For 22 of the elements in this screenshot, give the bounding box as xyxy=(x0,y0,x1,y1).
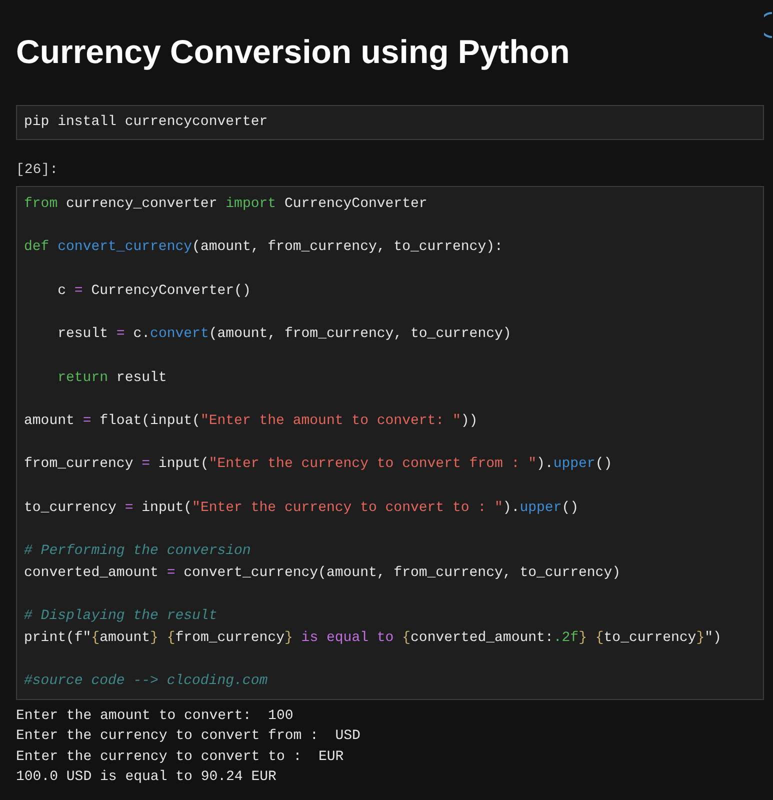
code-line: return result xyxy=(56,368,168,388)
code-line: to_currency = input("Enter the currency to convert to : ").upper() xyxy=(24,498,580,518)
code-cell[interactable]: pip install currencyconverter xyxy=(16,105,764,140)
code-line: def convert_currency(amount, from_currency, to_currency): xyxy=(24,238,504,258)
output-line: Enter the currency to convert to : EUR xyxy=(16,748,344,767)
code-line: # Displaying the result xyxy=(24,607,218,626)
code-line: from currency_converter import CurrencyConverter xyxy=(24,195,428,214)
code-line: c = CurrencyConverter() xyxy=(56,282,252,301)
code-line: result = c.convert(amount, from_currency, to_currency) xyxy=(56,325,512,344)
code-line: from_currency = input("Enter the currency to convert from : ").upper() xyxy=(24,455,614,474)
page-title: Currency Conversion using Python xyxy=(16,32,571,72)
code-line: #source code --> clcoding.com xyxy=(24,672,269,692)
code-cell[interactable] xyxy=(16,186,764,700)
code-line: amount = float(input("Enter the amount to convert: ")) xyxy=(24,412,479,431)
output-line: Enter the amount to convert: 100 xyxy=(16,706,294,726)
code-line: print(f"{amount} {from_currency} is equal to {converted_amount:.2f} {to_currency}") xyxy=(24,628,722,648)
output-line: Enter the currency to convert from : USD xyxy=(16,727,360,746)
output-line: 100.0 USD is equal to 90.24 EUR xyxy=(16,768,276,788)
arc-icon xyxy=(764,12,773,38)
execution-count: [26]: xyxy=(16,161,60,180)
code-line: # Performing the conversion xyxy=(24,542,252,561)
code-line: converted_amount = convert_currency(amount, from_currency, to_currency) xyxy=(24,564,622,583)
